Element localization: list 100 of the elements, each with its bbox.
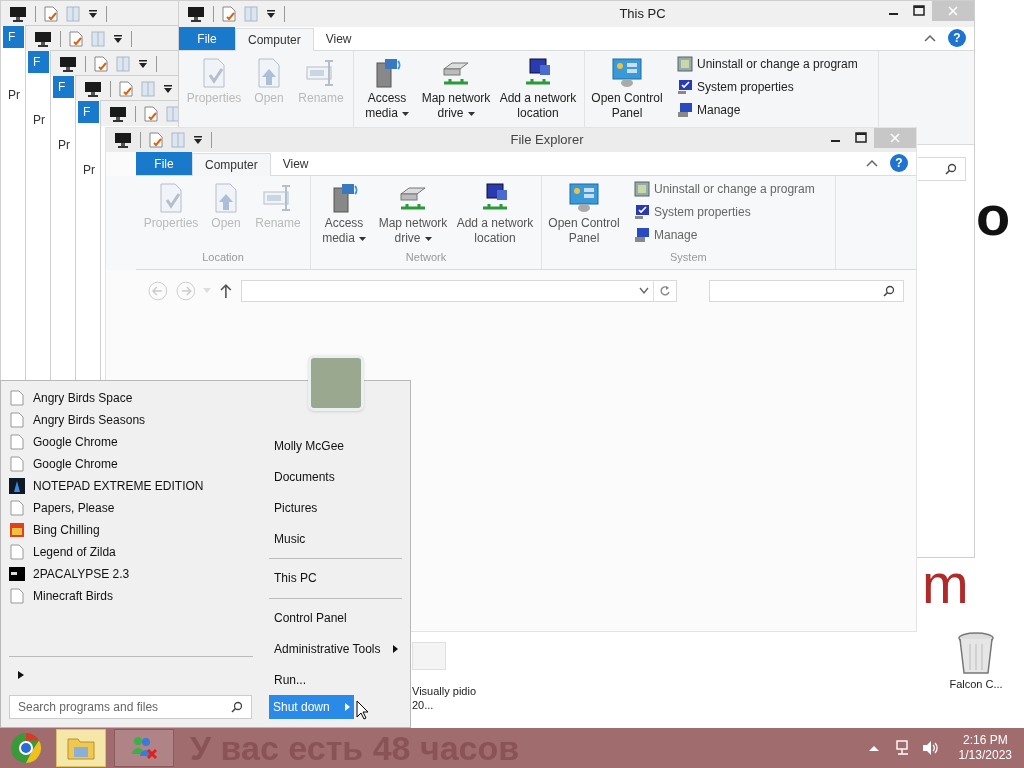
clock-time[interactable]: 2:16 PM [962,733,1008,748]
file-tab[interactable]: File [136,152,192,175]
taskbar-button[interactable] [56,729,106,767]
customize-caret-icon[interactable] [266,9,276,19]
menu-item[interactable]: Run... [263,668,402,691]
ribbon-small-button[interactable]: System properties [677,78,858,96]
dropdown-caret-icon[interactable] [639,287,650,295]
clock-date[interactable]: 1/13/2023 [958,748,1012,763]
search-field[interactable] [918,157,966,181]
help-button[interactable]: ? [948,29,966,47]
desktop-icon-label[interactable]: Visually pidio 20... [412,684,476,712]
monitor-icon [84,80,102,97]
help-button[interactable]: ? [890,154,908,172]
taskbar-button[interactable] [114,729,174,767]
wallpaper-letter: m [922,556,969,612]
address-field[interactable] [240,280,678,302]
search-field[interactable]: Search programs and files [9,695,252,719]
customize-caret-icon[interactable] [163,83,173,94]
program-item[interactable]: Angry Birds Seasons [9,409,263,431]
program-box-icon [677,56,693,72]
ribbon-button[interactable]: Add a network location [453,180,537,249]
ribbon-tab[interactable]: Computer [192,153,271,176]
trash-bin-icon[interactable] [956,632,996,676]
document-check-icon[interactable] [222,6,236,22]
program-item[interactable]: Legend of Zilda [9,541,263,563]
tray-expand-icon[interactable] [868,744,879,752]
customize-caret-icon[interactable] [138,58,148,69]
monitor-icon [187,6,205,22]
menu-item[interactable]: Administrative Tools [263,637,402,661]
ribbon-button[interactable]: Add a network location [496,55,580,126]
ribbon-button[interactable]: Map network drive [377,180,449,249]
ribbon-small-button[interactable]: Manage [677,101,858,119]
search-icon [883,285,895,297]
file-tab[interactable]: File [179,27,235,50]
program-box-icon [634,181,650,197]
game-icon [9,522,25,538]
menu-item[interactable]: This PC [263,567,402,590]
monitor-check-icon [634,204,650,220]
menu-item[interactable]: Molly McGee [263,435,402,458]
ribbon-button[interactable]: Access media [358,55,416,126]
program-item[interactable]: 2PACALYPSE 2.3 [9,563,263,585]
document-check-icon[interactable] [144,105,158,122]
program-item[interactable]: Google Chrome [9,431,263,453]
program-item[interactable]: NOTEPAD EXTREME EDITION [9,475,263,497]
control-panel-icon [568,182,600,214]
dropdown-caret-icon [424,236,432,241]
speaker-icon[interactable] [920,740,939,756]
customize-caret-icon[interactable] [193,135,203,145]
monitor-icon [114,132,132,148]
file-icon [10,588,24,604]
file-icon [10,544,24,560]
shut-down-button[interactable]: Shut down [269,694,354,719]
customize-caret-icon[interactable] [88,8,98,19]
group-label: System [670,249,707,265]
search-icon [231,701,243,713]
ribbon-small-button[interactable]: Uninstall or change a program [677,55,858,73]
search-icon [945,163,957,175]
program-item[interactable]: Google Chrome [9,453,263,475]
ribbon-small-button[interactable]: Manage [634,226,815,244]
collapse-caret-icon[interactable] [924,34,936,42]
ribbon-button[interactable]: Open Control Panel [589,55,665,126]
round-logo-icon [10,732,42,764]
collapse-caret-icon[interactable] [866,159,878,167]
expand-arrow-icon[interactable] [18,671,24,679]
submenu-arrow-icon [345,702,350,711]
program-item[interactable]: Minecraft Birds [9,585,263,607]
menu-item[interactable]: Documents [263,465,402,489]
menu-item[interactable]: Music [263,527,402,550]
desktop-icon-label[interactable]: Falcon C... [949,676,1003,693]
document-check-icon[interactable] [94,55,108,72]
monitor-icon [109,105,127,122]
document-check-icon[interactable] [119,80,133,97]
ribbon-tab[interactable]: Computer [235,28,314,51]
menu-item[interactable]: Pictures [263,496,402,520]
document-check-icon[interactable] [69,30,83,47]
ribbon-button[interactable]: Map network drive [420,55,492,126]
search-input[interactable]: Search programs and files [18,698,218,716]
file-tab[interactable]: F [3,26,24,48]
ribbon-button[interactable]: Open Control Panel [546,180,622,249]
ribbon-small-button[interactable]: System properties [634,203,815,221]
file-tab[interactable]: F [53,76,74,98]
ribbon-small-button[interactable]: Uninstall or change a program [634,180,815,198]
program-item[interactable]: Angry Birds Space [9,387,263,409]
file-tab[interactable]: F [28,51,49,73]
monitor-check-icon [677,79,693,95]
file-tab[interactable]: F [78,101,99,123]
document-check-icon[interactable] [44,5,58,22]
document-check-icon[interactable] [149,132,163,148]
figure-icon [9,478,25,494]
search-field[interactable] [709,280,904,302]
window-title: This PC [618,5,667,24]
menu-item[interactable]: Control Panel [263,606,402,630]
up-arrow-icon[interactable] [219,283,233,299]
program-item[interactable]: Papers, Please [9,497,263,519]
customize-caret-icon[interactable] [113,33,123,44]
ribbon-button[interactable]: Access media [315,180,373,249]
program-item[interactable]: Bing Chilling [9,519,263,541]
dropdown-caret-icon [401,111,409,116]
ribbon-label: Pr [83,162,95,179]
ribbon-label: Pr [58,137,70,154]
